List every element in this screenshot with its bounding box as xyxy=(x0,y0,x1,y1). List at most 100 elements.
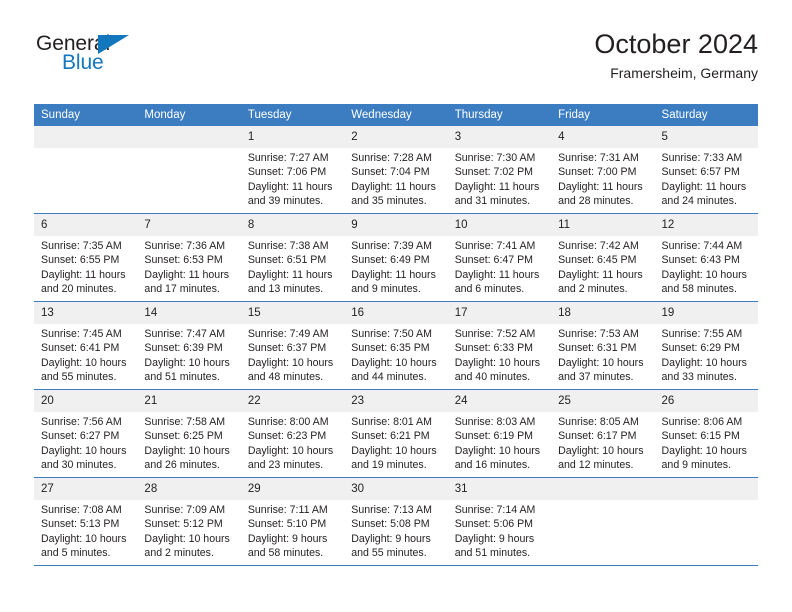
day-daylight-text: Daylight: 11 hours xyxy=(351,180,436,193)
day-sunset-text: Sunset: 6:29 PM xyxy=(661,342,740,355)
day-sunrise-text: Sunrise: 7:58 AM xyxy=(144,416,226,428)
calendar-cell-day[interactable]: 26 Sunrise: 8:06 AM Sunset: 6:15 PM Dayligh… xyxy=(654,389,758,478)
day-number xyxy=(551,478,655,500)
calendar-cell-day[interactable]: 13 Sunrise: 7:45 AM Sunset: 6:41 PM Dayligh… xyxy=(34,301,138,390)
calendar-cell-day[interactable]: 29 Sunrise: 7:11 AM Sunset: 5:10 PM Dayligh… xyxy=(240,477,345,566)
day-details: Sunrise: 7:35 AM Sunset: 6:55 PM Daylight:… xyxy=(34,236,137,297)
calendar-cell-day[interactable]: 17 Sunrise: 7:52 AM Sunset: 6:33 PM Dayligh… xyxy=(447,301,552,390)
calendar-cell-day[interactable]: 9 Sunrise: 7:39 AM Sunset: 6:49 PM Daylight… xyxy=(344,213,448,302)
day-sunset-text: Sunset: 6:45 PM xyxy=(558,254,637,267)
brand-logo[interactable]: General Blue xyxy=(34,32,224,88)
day-daylight-cont-text: and 31 minutes. xyxy=(454,195,531,208)
calendar-cell-day[interactable]: 7 Sunrise: 7:36 AM Sunset: 6:53 PM Daylight… xyxy=(137,213,241,302)
day-sunrise-text: Sunrise: 7:50 AM xyxy=(351,328,432,340)
day-sunrise-text: Sunrise: 7:30 AM xyxy=(454,152,536,164)
day-number: 24 xyxy=(447,390,552,412)
day-sunset-text: Sunset: 7:04 PM xyxy=(351,166,430,179)
calendar-cell-day[interactable]: 14 Sunrise: 7:47 AM Sunset: 6:39 PM Dayligh… xyxy=(137,301,241,390)
day-sunset-text: Sunset: 7:00 PM xyxy=(558,166,637,179)
day-details: Sunrise: 7:09 AM Sunset: 5:12 PM Daylight:… xyxy=(137,500,240,561)
calendar-cell-day[interactable]: 27 Sunrise: 7:08 AM Sunset: 5:13 PM Dayligh… xyxy=(34,477,138,566)
day-number: 28 xyxy=(137,478,241,500)
day-daylight-cont-text: and 17 minutes. xyxy=(144,283,220,296)
calendar-cell-empty xyxy=(137,126,241,214)
day-daylight-text: Daylight: 11 hours xyxy=(558,180,643,193)
calendar-cell-day[interactable]: 30 Sunrise: 7:13 AM Sunset: 5:08 PM Dayligh… xyxy=(344,477,448,566)
calendar-cell-day[interactable]: 10 Sunrise: 7:41 AM Sunset: 6:47 PM Dayligh… xyxy=(447,213,552,302)
day-details: Sunrise: 7:45 AM Sunset: 6:41 PM Daylight:… xyxy=(34,324,137,385)
day-daylight-cont-text: and 20 minutes. xyxy=(41,283,117,296)
day-details: Sunrise: 7:33 AM Sunset: 6:57 PM Daylight:… xyxy=(655,148,758,209)
day-daylight-cont-text: and 44 minutes. xyxy=(351,371,427,384)
title-block: October 2024 Framersheim, Germany xyxy=(594,28,758,82)
day-number: 21 xyxy=(137,390,241,412)
day-number: 25 xyxy=(551,390,655,412)
day-daylight-text: Daylight: 10 hours xyxy=(661,268,747,281)
calendar-cell-day[interactable]: 28 Sunrise: 7:09 AM Sunset: 5:12 PM Dayligh… xyxy=(137,477,241,566)
day-daylight-text: Daylight: 10 hours xyxy=(41,532,127,545)
calendar-cell-day[interactable]: 2 Sunrise: 7:28 AM Sunset: 7:04 PM Daylight… xyxy=(344,126,448,214)
day-daylight-cont-text: and 48 minutes. xyxy=(247,371,324,384)
day-sunrise-text: Sunrise: 7:35 AM xyxy=(41,240,122,252)
day-daylight-text: Daylight: 11 hours xyxy=(558,268,643,281)
calendar-cell-day[interactable]: 16 Sunrise: 7:50 AM Sunset: 6:35 PM Dayligh… xyxy=(344,301,448,390)
calendar-cell-day[interactable]: 4 Sunrise: 7:31 AM Sunset: 7:00 PM Daylight… xyxy=(551,126,655,214)
day-details: Sunrise: 7:47 AM Sunset: 6:39 PM Daylight:… xyxy=(137,324,240,385)
calendar-cell-day[interactable]: 25 Sunrise: 8:05 AM Sunset: 6:17 PM Dayligh… xyxy=(551,389,655,478)
day-number xyxy=(137,126,241,148)
calendar-cell-day[interactable]: 19 Sunrise: 7:55 AM Sunset: 6:29 PM Dayligh… xyxy=(654,301,758,390)
calendar-cell-day[interactable]: 12 Sunrise: 7:44 AM Sunset: 6:43 PM Dayligh… xyxy=(654,213,758,302)
day-daylight-text: Daylight: 11 hours xyxy=(247,268,333,281)
day-sunrise-text: Sunrise: 7:13 AM xyxy=(351,504,432,516)
day-sunrise-text: Sunrise: 8:01 AM xyxy=(351,416,432,428)
day-sunrise-text: Sunrise: 7:52 AM xyxy=(454,328,536,340)
day-details: Sunrise: 8:03 AM Sunset: 6:19 PM Daylight:… xyxy=(448,412,551,473)
day-daylight-text: Daylight: 10 hours xyxy=(247,444,334,457)
day-number: 26 xyxy=(654,390,758,412)
day-daylight-cont-text: and 58 minutes. xyxy=(661,283,737,296)
calendar-cell-day[interactable]: 23 Sunrise: 8:01 AM Sunset: 6:21 PM Dayligh… xyxy=(344,389,448,478)
day-sunset-text: Sunset: 6:17 PM xyxy=(558,430,637,443)
day-daylight-text: Daylight: 10 hours xyxy=(454,356,541,369)
calendar-cell-day[interactable]: 22 Sunrise: 8:00 AM Sunset: 6:23 PM Dayligh… xyxy=(240,389,345,478)
day-sunset-text: Sunset: 5:06 PM xyxy=(454,518,534,531)
calendar-cell-day[interactable]: 24 Sunrise: 8:03 AM Sunset: 6:19 PM Dayligh… xyxy=(447,389,552,478)
day-daylight-text: Daylight: 10 hours xyxy=(247,356,334,369)
day-number: 16 xyxy=(344,302,448,324)
calendar-cell-day[interactable]: 5 Sunrise: 7:33 AM Sunset: 6:57 PM Daylight… xyxy=(654,126,758,214)
calendar-cell-day[interactable]: 6 Sunrise: 7:35 AM Sunset: 6:55 PM Daylight… xyxy=(34,213,138,302)
calendar-cell-day[interactable]: 21 Sunrise: 7:58 AM Sunset: 6:25 PM Dayligh… xyxy=(137,389,241,478)
calendar-cell-day[interactable]: 8 Sunrise: 7:38 AM Sunset: 6:51 PM Daylight… xyxy=(240,213,345,302)
page-header: General Blue October 2024 Framersheim, G… xyxy=(34,28,758,94)
day-daylight-cont-text: and 2 minutes. xyxy=(558,283,628,296)
day-details: Sunrise: 7:11 AM Sunset: 5:10 PM Daylight:… xyxy=(241,500,344,561)
day-details: Sunrise: 7:58 AM Sunset: 6:25 PM Daylight:… xyxy=(137,412,240,473)
day-number: 1 xyxy=(240,126,345,148)
calendar-cell-day[interactable]: 15 Sunrise: 7:49 AM Sunset: 6:37 PM Dayligh… xyxy=(240,301,345,390)
day-details xyxy=(551,500,654,503)
day-sunrise-text: Sunrise: 7:31 AM xyxy=(558,152,639,164)
calendar-cell-day[interactable]: 31 Sunrise: 7:14 AM Sunset: 5:06 PM Dayligh… xyxy=(447,477,552,566)
day-daylight-text: Daylight: 11 hours xyxy=(661,180,747,193)
calendar-cell-day[interactable]: 11 Sunrise: 7:42 AM Sunset: 6:45 PM Dayligh… xyxy=(551,213,655,302)
day-sunset-text: Sunset: 6:23 PM xyxy=(247,430,327,443)
day-sunrise-text: Sunrise: 7:41 AM xyxy=(454,240,536,252)
calendar-cell-day[interactable]: 20 Sunrise: 7:56 AM Sunset: 6:27 PM Dayligh… xyxy=(34,389,138,478)
day-daylight-text: Daylight: 10 hours xyxy=(558,444,644,457)
weekday-header-tuesday: Tuesday xyxy=(240,104,345,126)
day-number: 7 xyxy=(137,214,241,236)
day-details: Sunrise: 7:52 AM Sunset: 6:33 PM Daylight:… xyxy=(448,324,551,385)
day-daylight-text: Daylight: 10 hours xyxy=(351,444,437,457)
calendar-cell-day[interactable]: 18 Sunrise: 7:53 AM Sunset: 6:31 PM Dayligh… xyxy=(551,301,655,390)
day-number: 30 xyxy=(344,478,448,500)
day-sunset-text: Sunset: 6:53 PM xyxy=(144,254,223,267)
day-number: 17 xyxy=(447,302,552,324)
day-number: 15 xyxy=(240,302,345,324)
day-daylight-text: Daylight: 11 hours xyxy=(351,268,436,281)
calendar-cell-day[interactable]: 1 Sunrise: 7:27 AM Sunset: 7:06 PM Daylight… xyxy=(240,126,345,214)
day-sunset-text: Sunset: 7:06 PM xyxy=(247,166,327,179)
day-daylight-cont-text: and 2 minutes. xyxy=(144,547,214,560)
calendar-cell-day[interactable]: 3 Sunrise: 7:30 AM Sunset: 7:02 PM Daylight… xyxy=(447,126,552,214)
day-number: 3 xyxy=(447,126,552,148)
day-sunrise-text: Sunrise: 8:05 AM xyxy=(558,416,639,428)
